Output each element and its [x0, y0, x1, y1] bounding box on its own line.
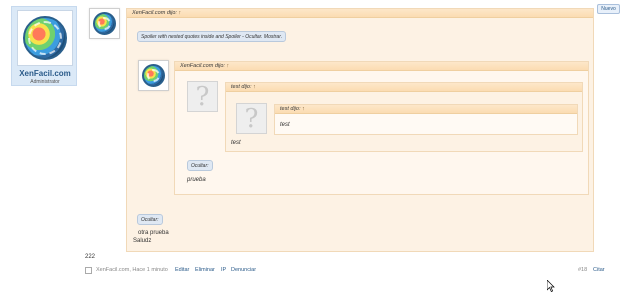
message-meta-footer: XenFacil.com, Hace 1 minuto Editar Elimi… [85, 265, 610, 277]
spoiler-content-text: otra prueba [138, 230, 169, 236]
spoiler-content-text: prueba [187, 177, 206, 183]
spoiler-toggle-button[interactable]: Spoiler with nested quotes inside and Sp… [137, 31, 287, 42]
user-role: Administrator [30, 79, 60, 85]
delete-link[interactable]: Eliminar [195, 267, 215, 273]
test-quote-2-text: test [280, 122, 290, 128]
go-to-quote-icon[interactable]: ↑ [226, 63, 229, 69]
test-user-avatar[interactable]: ? [236, 103, 267, 134]
go-to-quote-icon[interactable]: ↑ [253, 84, 256, 90]
post-author-date: XenFacil.com, Hace 1 minuto [96, 267, 168, 273]
ip-link[interactable]: IP [221, 267, 226, 273]
ocultar-button[interactable]: Ocultar: [187, 160, 213, 171]
quote-author-link[interactable]: XenFacil.com dijo: [180, 63, 225, 69]
test-quote-1-text: test [231, 140, 241, 146]
outer-quote-header: XenFacil.com dijo: ↑ [127, 9, 593, 18]
message-user-info: XenFacil.com Administrator [11, 6, 77, 86]
test-quote-2-header: test dijo: ↑ [275, 105, 577, 114]
inner-quote-avatar[interactable] [138, 60, 169, 91]
go-to-quote-icon[interactable]: ↑ [178, 10, 181, 16]
quote-reply-link[interactable]: Citar [593, 267, 605, 273]
nuevo-button[interactable]: Nuevo [597, 4, 620, 14]
xenfacil-logo-icon [93, 12, 116, 35]
test-quote-1-header: test dijo: ↑ [226, 83, 582, 92]
user-avatar[interactable] [17, 10, 73, 66]
mouse-cursor-icon [547, 280, 555, 292]
quote-author-link[interactable]: test dijo: [280, 106, 300, 112]
user-name-link[interactable]: XenFacil.com [12, 69, 78, 78]
go-to-quote-icon[interactable]: ↑ [302, 106, 305, 112]
ocultar-button[interactable]: Ocultar: [137, 214, 163, 225]
xenfacil-logo-icon [23, 16, 67, 60]
quote-author-link[interactable]: test dijo: [231, 84, 251, 90]
post-permalink[interactable]: #18 [578, 267, 587, 273]
report-link[interactable]: Denunciar [231, 267, 256, 273]
edit-link[interactable]: Editar [175, 267, 189, 273]
forum-thread-view: XenFacil.com Administrator Nuevo XenFaci… [0, 0, 631, 300]
post-avatar[interactable] [89, 8, 120, 39]
xenfacil-logo-icon [142, 64, 165, 87]
test-quote-2: test dijo: ↑ [274, 104, 578, 135]
select-post-checkbox[interactable] [85, 267, 92, 274]
post-text: 222 [85, 254, 96, 260]
test-user-avatar[interactable]: ? [187, 81, 218, 112]
quote-author-link[interactable]: XenFacil.com dijo: [132, 10, 177, 16]
saludo-text: Saludz [133, 238, 152, 244]
inner-quote-header: XenFacil.com dijo: ↑ [175, 62, 588, 71]
